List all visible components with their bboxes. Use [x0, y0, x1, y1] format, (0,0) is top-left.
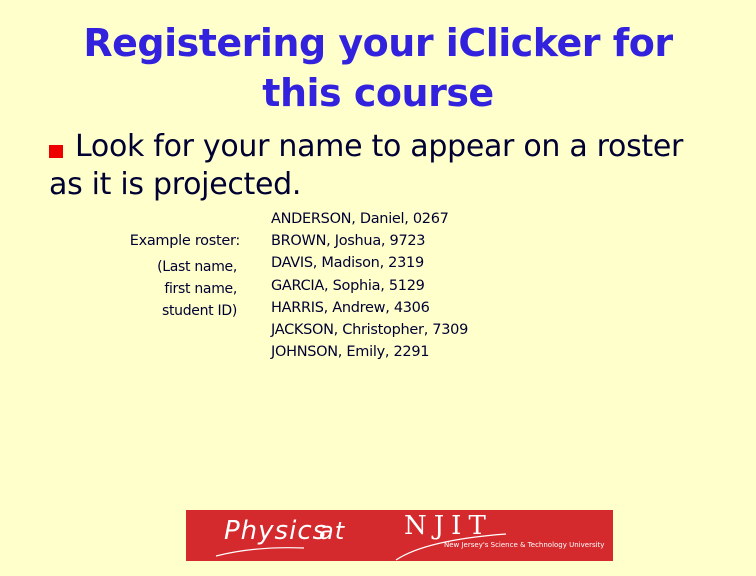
physics-at-njit-banner: Physics at NJIT New Jersey's Science & T…	[186, 510, 613, 561]
banner-at-text: at	[319, 517, 346, 545]
banner-physics-text: Physics	[224, 516, 328, 546]
roster-entry: BROWN, Joshua, 9723	[271, 233, 426, 250]
slide-title-line-1: Registering your iClicker for	[83, 21, 673, 65]
roster-format-note: (Last name, first name, student ID)	[60, 256, 237, 322]
roster-entry: DAVIS, Madison, 2319	[271, 255, 424, 272]
bullet-text: Look for your name to appear on a roster…	[49, 128, 735, 204]
roster-entry: JOHNSON, Emily, 2291	[271, 344, 430, 361]
njit-tagline: New Jersey's Science & Technology Univer…	[444, 541, 605, 549]
roster-entry: ANDERSON, Daniel, 0267	[271, 211, 449, 227]
slide-title: Registering your iClicker for this cours…	[0, 18, 756, 118]
roster-label: Example roster:	[129, 233, 241, 249]
roster-entry: GARCIA, Sophia, 5129	[271, 277, 425, 294]
square-bullet-icon	[49, 145, 63, 158]
roster-entry: HARRIS, Andrew, 4306	[271, 299, 430, 316]
example-roster: ANDERSON, Daniel, 0267 BROWN, Joshua, 97…	[271, 208, 468, 363]
slide-title-line-2: this course	[262, 71, 494, 115]
roster-entry: JACKSON, Christopher, 7309	[271, 322, 469, 339]
roster-format-line: student ID)	[161, 303, 237, 319]
njit-logo: NJIT	[404, 511, 493, 541]
bullet-text-line-1: Look for your name to appear on a roster	[75, 129, 684, 164]
roster-format-line: (Last name,	[157, 259, 237, 275]
roster-format-line: first name,	[164, 281, 237, 297]
bullet-text-line-2: as it is projected.	[49, 167, 302, 202]
